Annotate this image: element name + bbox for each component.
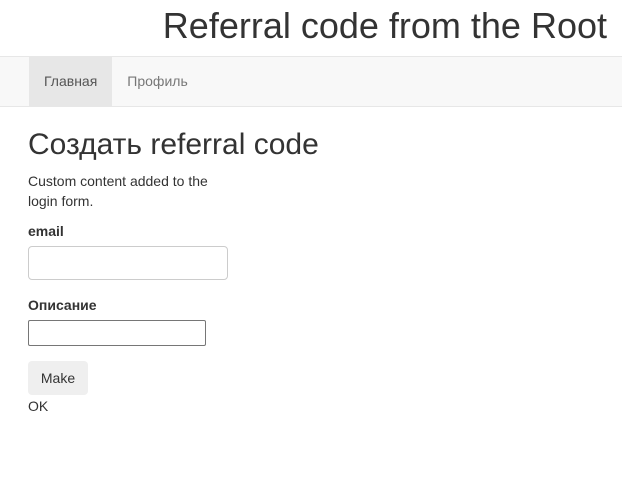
nav-item-profile[interactable]: Профиль — [112, 57, 202, 106]
nav-list: Главная Профиль — [29, 57, 203, 106]
description-field[interactable] — [28, 320, 206, 346]
page-title: Создать referral code — [28, 128, 319, 161]
description-label: Описание — [28, 297, 97, 313]
site-title: Referral code from the Root — [162, 5, 607, 46]
nav-item-home[interactable]: Главная — [29, 57, 113, 106]
email-field[interactable] — [28, 246, 228, 280]
navbar: Главная Профиль — [0, 56, 622, 107]
make-button[interactable]: Make — [28, 361, 88, 395]
status-text: OK — [28, 398, 49, 414]
site-header: Referral code from the Root — [0, 0, 622, 56]
custom-content-text: Custom content added to the login form. — [28, 173, 208, 209]
email-label: email — [28, 223, 64, 239]
